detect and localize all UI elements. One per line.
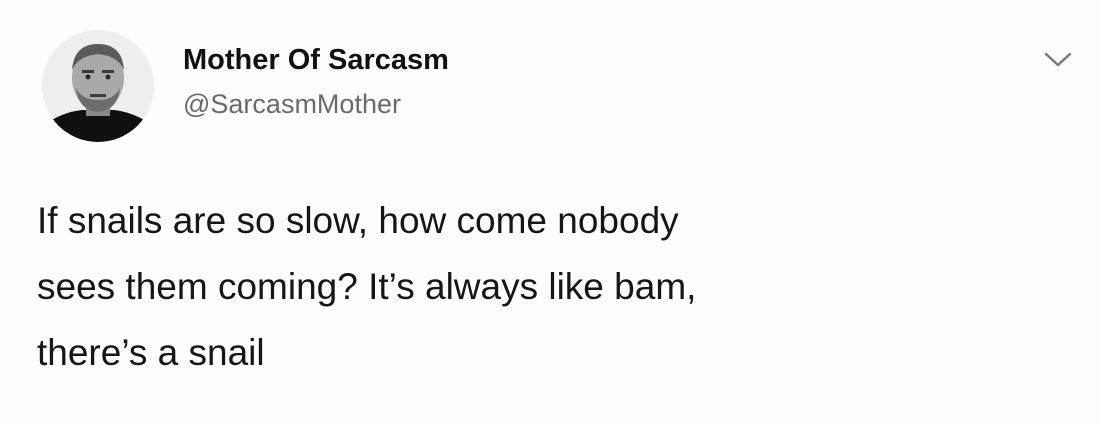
tweet-text-line: sees them coming? It’s always like bam, xyxy=(37,266,697,307)
tweet-text: If snails are so slow, how come nobody s… xyxy=(37,188,1057,386)
tweet-card: Mother Of Sarcasm @SarcasmMother If snai… xyxy=(0,0,1101,425)
profile-photo-icon xyxy=(42,30,154,142)
user-handle[interactable]: @SarcasmMother xyxy=(183,89,401,120)
chevron-down-icon xyxy=(1044,52,1072,67)
tweet-text-line: there’s a snail xyxy=(37,332,265,373)
tweet-text-line: If snails are so slow, how come nobody xyxy=(37,200,679,241)
tweet-menu-button[interactable] xyxy=(1038,44,1078,76)
display-name[interactable]: Mother Of Sarcasm xyxy=(183,44,449,77)
avatar[interactable] xyxy=(42,30,154,142)
